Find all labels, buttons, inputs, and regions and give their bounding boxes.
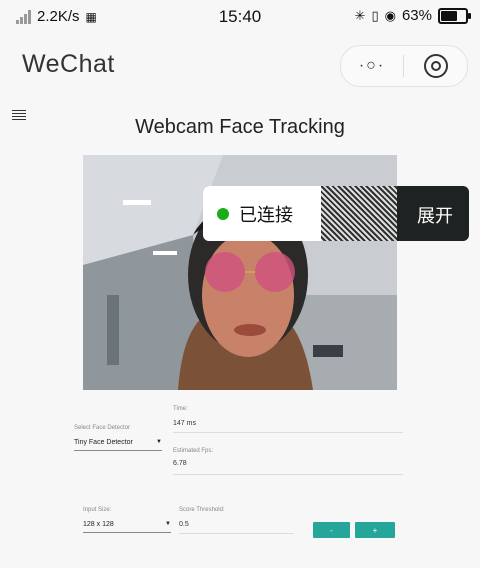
detector-select-value: Tiny Face Detector xyxy=(74,438,133,446)
chevron-down-icon: ▼ xyxy=(165,521,171,527)
page-title: Webcam Face Tracking xyxy=(135,116,345,138)
battery-icon xyxy=(438,7,471,24)
detector-select[interactable]: Tiny Face Detector ▼ xyxy=(74,434,162,451)
target-icon xyxy=(423,54,448,78)
vibrate-icon: ▯ xyxy=(371,7,379,23)
chevron-down-icon: ▼ xyxy=(156,439,162,445)
connection-status: 已连接 xyxy=(203,186,321,241)
app-title: WeChat xyxy=(22,50,115,78)
threshold-value: 0.5 xyxy=(179,521,189,528)
status-bar: 2.2K/s ▦ 15:40 ✳ ▯ ◉ 63% xyxy=(0,0,480,34)
detector-label: Select Face Detector xyxy=(74,425,131,431)
decrease-threshold-button[interactable]: - xyxy=(313,522,350,538)
connection-toast: 已连接 展开 xyxy=(203,186,469,241)
wifi-icon: ◉ xyxy=(384,7,396,23)
expand-button[interactable]: 展开 xyxy=(417,202,453,228)
time-underline xyxy=(173,432,403,433)
status-right: ✳ ▯ ◉ 63% xyxy=(354,7,471,24)
fps-underline xyxy=(173,474,403,475)
input-size-label: Input Size: xyxy=(83,507,112,513)
connected-dot-icon xyxy=(217,207,229,220)
threshold-label: Score Threshold: xyxy=(179,507,225,513)
fps-label: Estimated Fps: xyxy=(173,448,214,454)
increase-threshold-button[interactable]: + xyxy=(355,522,395,538)
time-label: Time: xyxy=(173,406,188,412)
connection-status-text: 已连接 xyxy=(239,204,293,225)
time-value: 147 ms xyxy=(173,420,196,427)
threshold-underline xyxy=(179,533,294,534)
fps-value: 6.78 xyxy=(173,460,187,467)
bluetooth-icon: ✳ xyxy=(354,7,366,23)
toast-artifact xyxy=(321,186,397,241)
more-button[interactable]: ·○· xyxy=(341,57,403,75)
mini-program-capsule: ·○· xyxy=(340,45,468,87)
input-size-select-value: 128 x 128 xyxy=(83,520,114,528)
more-icon: ·○· xyxy=(358,57,386,74)
close-mini-program-button[interactable] xyxy=(404,54,467,78)
battery-percent: 63% xyxy=(401,7,432,24)
input-size-select[interactable]: 128 x 128 ▼ xyxy=(83,516,171,533)
